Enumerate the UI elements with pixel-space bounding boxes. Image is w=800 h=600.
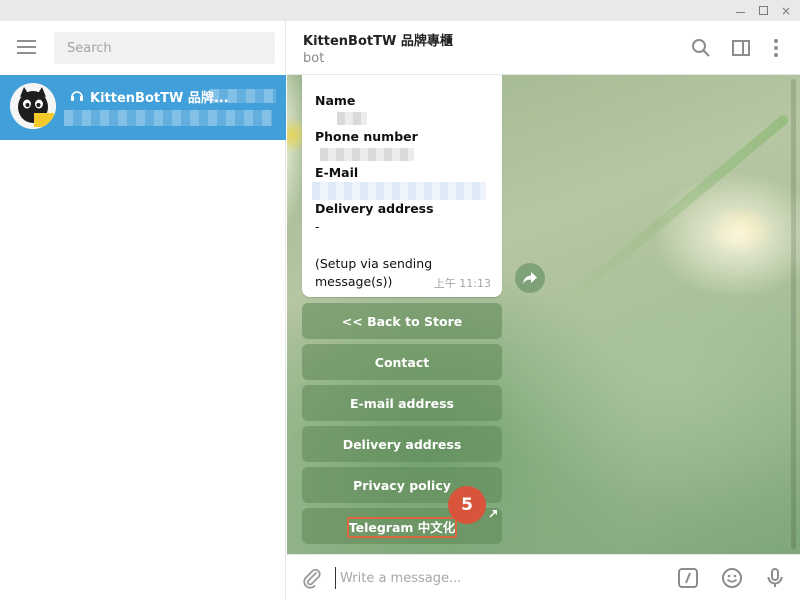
chat-messages-area[interactable]: Name Phone number E-Mail Delivery addres… — [287, 75, 800, 554]
bot-icon — [71, 91, 83, 101]
share-arrow-icon — [523, 272, 537, 284]
more-options-icon[interactable] — [765, 37, 787, 59]
email-label: E-Mail — [315, 165, 359, 180]
close-icon[interactable]: × — [774, 0, 798, 21]
wallpaper-stem — [553, 113, 791, 314]
maximize-icon[interactable] — [751, 0, 775, 21]
email-value-redacted — [312, 182, 486, 200]
phone-value-redacted — [320, 148, 414, 161]
message-composer — [287, 554, 800, 600]
message-time: 上午 11:13 — [433, 277, 491, 290]
chat-title-text: KittenBotTW 品牌... — [90, 90, 229, 106]
bot-commands-icon[interactable] — [677, 567, 699, 589]
step-badge: 5 — [448, 486, 486, 524]
keyboard-button-contact[interactable]: Contact — [302, 344, 502, 380]
name-value-redacted — [337, 112, 367, 125]
sidebar: KittenBotTW 品牌... — [0, 21, 286, 600]
delivery-label: Delivery address — [315, 201, 434, 216]
chat-header-subtitle: bot — [303, 51, 325, 66]
chat-list-item-active[interactable]: KittenBotTW 品牌... — [0, 75, 286, 140]
message-input[interactable] — [335, 567, 655, 589]
message-bubble[interactable]: Name Phone number E-Mail Delivery addres… — [302, 75, 502, 297]
paperclip-icon[interactable] — [301, 567, 323, 589]
keyboard-button-back-to-store[interactable]: << Back to Store — [302, 303, 502, 339]
window-titlebar: × — [0, 0, 800, 21]
delivery-value: - — [315, 219, 320, 234]
chat-preview-redaction — [64, 110, 272, 126]
emoji-icon[interactable] — [721, 567, 743, 589]
setup-note: (Setup via sending message(s)) — [315, 256, 433, 289]
chat-header-title[interactable]: KittenBotTW 品牌專櫃 — [303, 30, 453, 49]
chat-avatar — [10, 83, 56, 129]
minimize-icon[interactable] — [728, 0, 752, 21]
microphone-icon[interactable] — [764, 567, 786, 589]
phone-label: Phone number — [315, 129, 418, 144]
sidebar-top-bar — [0, 21, 286, 75]
chat-header: KittenBotTW 品牌專櫃 bot — [287, 21, 800, 75]
hamburger-menu-icon[interactable] — [17, 40, 36, 54]
search-input[interactable] — [54, 32, 275, 64]
keyboard-button-delivery-address[interactable]: Delivery address — [302, 426, 502, 462]
chat-scrollbar[interactable] — [791, 79, 796, 549]
search-box[interactable] — [54, 32, 275, 64]
chat-title-redaction — [210, 89, 276, 103]
keyboard-button-email-address[interactable]: E-mail address — [302, 385, 502, 421]
side-panel-icon[interactable] — [730, 37, 752, 59]
external-link-arrow-icon — [489, 509, 498, 518]
forward-button[interactable] — [515, 263, 545, 293]
name-label: Name — [315, 93, 356, 108]
search-icon[interactable] — [690, 37, 712, 59]
